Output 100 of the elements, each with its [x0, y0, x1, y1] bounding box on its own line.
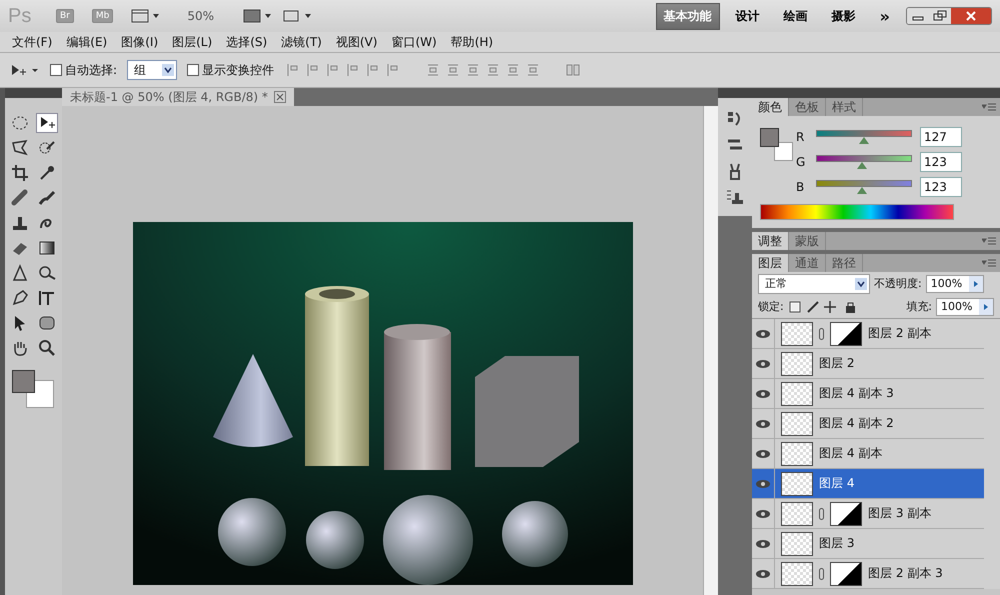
eye-icon[interactable] [756, 450, 770, 458]
arrange-documents-icon[interactable] [243, 9, 274, 23]
menu-item[interactable]: 滤镜(T) [281, 34, 322, 50]
scrollbar[interactable] [703, 106, 718, 595]
rounded-rectangle-icon[interactable] [38, 314, 56, 332]
slider-thumb[interactable] [859, 137, 869, 144]
panel-tab[interactable]: 图层 [752, 254, 789, 272]
crop-icon[interactable] [11, 164, 29, 182]
menu-item[interactable]: 图层(L) [172, 34, 212, 50]
panel-tab[interactable]: 颜色 [752, 98, 789, 116]
zoom-level[interactable]: 50% [187, 9, 236, 23]
layer-thumbnail [781, 412, 813, 436]
document-tab[interactable]: 未标题-1 @ 50% (图层 4, RGB/8) * [62, 88, 294, 106]
channel-value-field[interactable]: 123 [920, 152, 962, 172]
minimize-button[interactable] [907, 8, 929, 24]
layer-name: 图层 2 [819, 355, 854, 372]
zoom-icon[interactable] [38, 339, 56, 357]
layer-thumbnail [781, 382, 813, 406]
eye-icon[interactable] [756, 420, 770, 428]
marquee-icon[interactable] [11, 114, 29, 132]
panel-menu-icon[interactable] [982, 259, 996, 267]
layer-row[interactable]: 图层 4 副本 3 [752, 379, 984, 409]
workspace-button[interactable]: 基本功能 [656, 2, 720, 30]
eye-icon[interactable] [756, 540, 770, 548]
more-workspaces-button[interactable]: » [872, 6, 898, 26]
checkbox[interactable] [50, 64, 62, 76]
channel-label: R [796, 130, 806, 144]
view-extras-icon[interactable] [131, 9, 162, 23]
eye-icon[interactable] [756, 360, 770, 368]
pen-icon[interactable] [11, 289, 29, 307]
layer-thumbnail [781, 442, 813, 466]
menu-item[interactable]: 图像(I) [121, 34, 158, 50]
panel-menu-icon[interactable] [982, 237, 996, 245]
eye-icon[interactable] [756, 330, 770, 338]
slider-thumb[interactable] [857, 187, 868, 194]
menu-item[interactable]: 编辑(E) [66, 34, 108, 50]
eye-icon[interactable] [756, 390, 770, 398]
layer-thumbnail [781, 502, 813, 526]
color-spectrum-bar[interactable] [760, 204, 954, 220]
close-button[interactable] [951, 8, 991, 24]
chain-link-icon [819, 508, 824, 520]
layer-name: 图层 4 副本 2 [819, 415, 894, 432]
layer-name: 图层 2 副本 [868, 325, 932, 342]
layer-row[interactable]: 图层 4 副本 2 [752, 409, 984, 439]
layer-row[interactable]: 图层 3 副本 [752, 499, 984, 529]
checkbox-label: 显示变换控件 [202, 62, 274, 78]
layer-name: 图层 4 副本 [819, 445, 882, 462]
opacity-field[interactable]: 100% [926, 274, 984, 292]
layer-row[interactable]: 图层 2 副本 [752, 319, 984, 349]
color-swatches-icon[interactable] [760, 126, 794, 164]
gradient-icon[interactable] [38, 239, 56, 257]
layer-name: 图层 2 副本 3 [868, 565, 943, 582]
restore-button[interactable] [929, 8, 951, 24]
eye-icon[interactable] [756, 480, 770, 488]
lock-label: 锁定: [758, 299, 784, 314]
menu-item[interactable]: 帮助(H) [450, 34, 494, 50]
blend-mode-dropdown[interactable]: 正常 [758, 274, 870, 294]
channel-value-field[interactable]: 123 [920, 177, 962, 197]
layer-row[interactable]: 图层 3 [752, 529, 984, 559]
slider-thumb[interactable] [857, 162, 868, 169]
type-icon[interactable] [38, 289, 56, 307]
checkbox[interactable] [187, 64, 200, 76]
workspace-button[interactable]: 设计 [728, 2, 768, 30]
layer-row[interactable]: 图层 4 [752, 469, 984, 499]
move-tool-preset-icon[interactable] [10, 63, 40, 77]
color-swatches-icon[interactable] [10, 368, 56, 410]
eye-icon[interactable] [756, 570, 770, 578]
lasso-icon[interactable] [11, 139, 29, 157]
close-icon[interactable] [274, 91, 286, 103]
brush-icon[interactable] [38, 189, 56, 207]
channel-value-field[interactable]: 127 [920, 127, 962, 147]
layer-row[interactable]: 图层 2 副本 3 [752, 559, 984, 589]
menu-item[interactable]: 选择(S) [226, 34, 268, 50]
menu-item[interactable]: 视图(V) [336, 34, 378, 50]
workspace-button[interactable]: 摄影 [824, 2, 864, 30]
checkbox-label: 自动选择: [65, 62, 118, 78]
layer-thumbnail [781, 472, 813, 496]
channel-slider[interactable] [816, 130, 912, 144]
panel-tab[interactable]: 调整 [752, 232, 789, 250]
workspace-button[interactable]: 绘画 [776, 2, 816, 30]
stamp-icon[interactable] [11, 214, 29, 232]
panel-menu-icon[interactable] [982, 103, 996, 111]
auto-select-dropdown[interactable]: 组 [127, 60, 178, 80]
channel-label: B [796, 180, 806, 194]
menu-item[interactable]: 文件(F) [12, 34, 52, 50]
layer-name: 图层 3 [819, 535, 854, 552]
layer-thumbnail [781, 562, 813, 586]
channel-slider[interactable] [816, 180, 912, 194]
eye-icon[interactable] [756, 510, 770, 518]
layer-row[interactable]: 图层 2 [752, 349, 984, 379]
channel-slider[interactable] [816, 155, 912, 169]
layer-thumbnail [781, 322, 813, 346]
channel-label: G [796, 155, 806, 169]
layer-thumbnail [781, 532, 813, 556]
eyedropper-icon[interactable] [38, 164, 56, 182]
chain-link-icon [819, 568, 824, 580]
app-logo: Ps [8, 4, 32, 28]
fill-field[interactable]: 100% [936, 298, 994, 316]
layer-name: 图层 4 [819, 475, 854, 492]
menu-item[interactable]: 窗口(W) [391, 34, 437, 50]
